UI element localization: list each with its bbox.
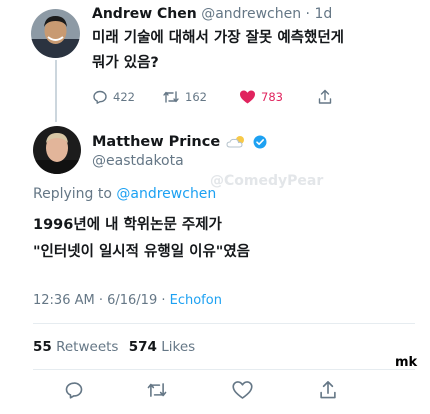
tweet1-reply-count: 422 — [113, 90, 135, 104]
tweet2-retweet-button[interactable] — [146, 380, 168, 404]
tweet2-handle[interactable]: @eastdakota — [92, 153, 184, 169]
tweet2-reply-button[interactable] — [64, 380, 84, 404]
tweet1-like-count: 783 — [261, 90, 283, 104]
tweet1-actions: 422 162 783 — [92, 89, 342, 107]
retweets-label: Retweets — [56, 339, 119, 355]
tweet1-header: Andrew Chen @andrewchen · 1d — [92, 6, 332, 22]
replying-prefix: Replying to — [33, 186, 117, 202]
reply-icon — [93, 90, 107, 104]
tweet1-retweet-button[interactable]: 162 — [162, 89, 207, 105]
retweet-icon — [147, 383, 167, 397]
matthew-prince-avatar[interactable] — [33, 126, 81, 174]
tweet2-author-name-row[interactable]: Matthew Prince — [92, 134, 267, 150]
tweet1-text-line1: 미래 기술에 대해서 가장 잘못 예측했던게 — [92, 30, 345, 46]
tweet2-share-button[interactable] — [318, 380, 338, 404]
divider-bottom — [33, 369, 415, 370]
tweet2-time[interactable]: 12:36 AM · 6/16/19 · — [33, 293, 170, 308]
likes-stat[interactable]: 574 Likes — [129, 339, 195, 355]
tweet1-reply-button[interactable]: 422 — [92, 89, 135, 105]
tweet2-stats: 55 Retweets 574 Likes — [33, 339, 195, 355]
corner-mark: mk — [395, 355, 418, 370]
share-icon — [320, 381, 336, 399]
tweet1-text-line2: 뭐가 있음? — [92, 55, 159, 71]
verified-icon — [253, 135, 267, 149]
tweet2-text: 1996년에 내 학위논문 주제가 "인터넷이 일시적 유행일 이유"였음 — [33, 212, 250, 266]
tweet2-actions — [0, 380, 430, 402]
reply-icon — [65, 382, 83, 399]
retweet-total: 55 — [33, 339, 52, 355]
tweet1-author-name[interactable]: Andrew Chen — [92, 6, 197, 22]
tweet1-like-button[interactable]: 783 — [239, 89, 283, 105]
share-icon — [318, 89, 332, 104]
tweet2-author-name[interactable]: Matthew Prince — [92, 134, 220, 150]
replying-handle-link[interactable]: @andrewchen — [116, 186, 216, 202]
tweet2-like-button[interactable] — [232, 380, 253, 404]
replying-to: Replying to @andrewchen — [33, 186, 216, 202]
like-total: 574 — [128, 339, 157, 355]
heart-icon — [232, 381, 253, 399]
retweets-stat[interactable]: 55 Retweets — [33, 339, 118, 355]
tweet2-text-line1: 1996년에 내 학위논문 주제가 — [33, 217, 222, 233]
watermark: @ComedyPear — [210, 173, 324, 189]
retweet-icon — [163, 91, 179, 103]
tweet2-client-link[interactable]: Echofon — [170, 293, 222, 308]
cloud-icon — [226, 136, 245, 148]
tweet1-share-button[interactable] — [317, 89, 338, 105]
andrew-chen-avatar[interactable] — [31, 9, 80, 58]
tweet1-retweet-count: 162 — [185, 90, 207, 104]
thread-line — [55, 60, 57, 122]
heart-icon — [240, 90, 255, 104]
tweet1-text: 미래 기술에 대해서 가장 잘못 예측했던게 뭐가 있음? — [92, 26, 412, 76]
tweet1-handle-time[interactable]: @andrewchen · 1d — [201, 6, 332, 22]
divider-top — [33, 323, 415, 324]
likes-label: Likes — [161, 339, 196, 355]
tweet2-timestamp: 12:36 AM · 6/16/19 · Echofon — [33, 293, 222, 308]
tweet2-text-line2: "인터넷이 일시적 유행일 이유"였음 — [33, 244, 251, 260]
